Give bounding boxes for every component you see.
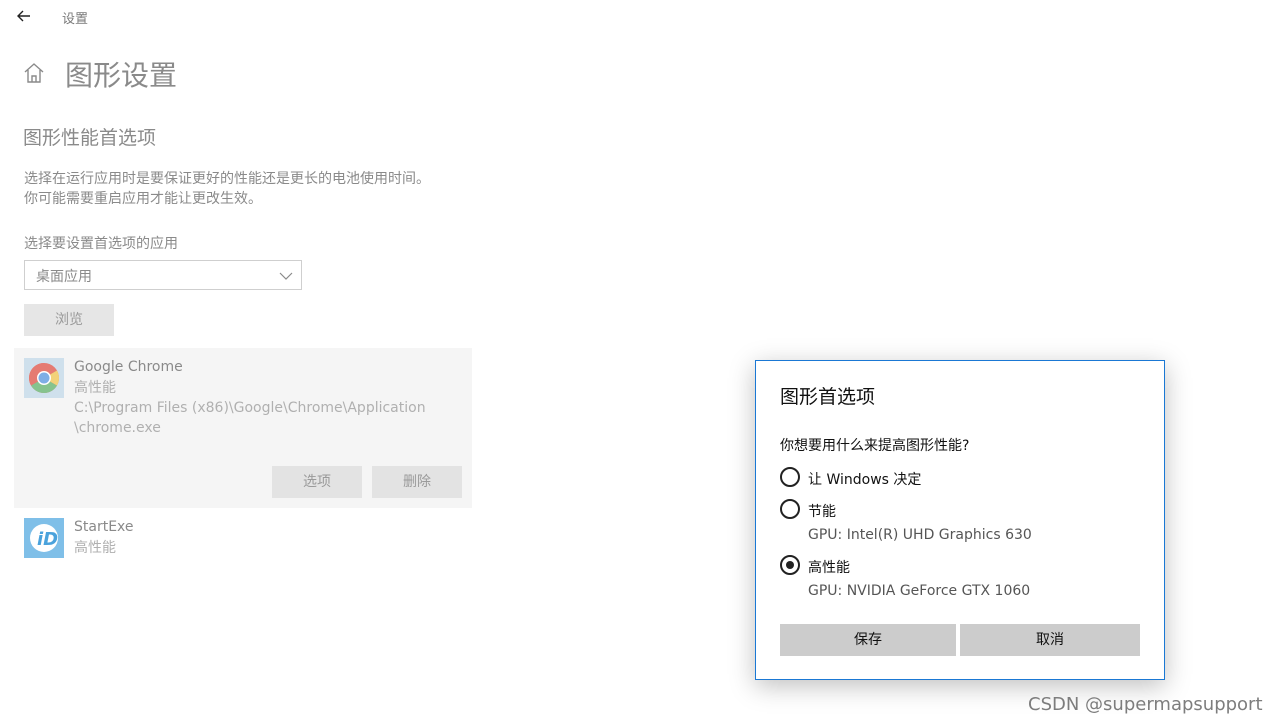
- app-path: \chrome.exe: [74, 420, 161, 436]
- radio-power-saving[interactable]: [780, 499, 800, 519]
- graphics-preference-dialog: 图形首选项 你想要用什么来提高图形性能? 让 Windows 决定 节能 GPU…: [755, 360, 1165, 680]
- svg-text:iD: iD: [37, 529, 58, 550]
- radio-let-windows-decide[interactable]: [780, 467, 800, 487]
- app-name: Google Chrome: [74, 359, 183, 375]
- gpu-info: GPU: Intel(R) UHD Graphics 630: [808, 527, 1032, 543]
- save-button[interactable]: 保存: [780, 624, 956, 656]
- option-label: 让 Windows 决定: [808, 472, 922, 488]
- window-title: 设置: [62, 12, 89, 27]
- dialog-question: 你想要用什么来提高图形性能?: [780, 438, 970, 454]
- description-line: 选择在运行应用时是要保证更好的性能还是更长的电池使用时间。: [24, 171, 430, 187]
- back-arrow-icon[interactable]: [14, 6, 34, 26]
- app-type-value: 桌面应用: [36, 269, 92, 285]
- app-name: StartExe: [74, 519, 134, 535]
- option-label: 节能: [808, 504, 836, 520]
- chrome-icon: [24, 358, 64, 398]
- home-icon[interactable]: [22, 61, 46, 85]
- radio-high-performance[interactable]: [780, 555, 800, 575]
- app-type-dropdown[interactable]: 桌面应用: [24, 260, 302, 290]
- app-item-chrome[interactable]: Google Chrome 高性能 C:\Program Files (x86)…: [14, 348, 472, 508]
- chevron-down-icon: [279, 269, 293, 283]
- description-line: 你可能需要重启应用才能让更改生效。: [24, 191, 262, 207]
- app-path: C:\Program Files (x86)\Google\Chrome\App…: [74, 400, 426, 416]
- app-item-startexe[interactable]: iD StartExe 高性能: [14, 508, 472, 568]
- cancel-button[interactable]: 取消: [960, 624, 1140, 656]
- dialog-title: 图形首选项: [780, 386, 876, 408]
- browse-button[interactable]: 浏览: [24, 304, 114, 336]
- app-preference: 高性能: [74, 380, 116, 396]
- page-title: 图形设置: [65, 59, 178, 92]
- app-preference: 高性能: [74, 540, 116, 556]
- description: 选择在运行应用时是要保证更好的性能还是更长的电池使用时间。 你可能需要重启应用才…: [24, 169, 430, 209]
- option-label: 高性能: [808, 560, 850, 576]
- gpu-info: GPU: NVIDIA GeForce GTX 1060: [808, 583, 1031, 599]
- remove-button[interactable]: 删除: [372, 466, 462, 498]
- options-button[interactable]: 选项: [272, 466, 362, 498]
- select-app-label: 选择要设置首选项的应用: [24, 236, 178, 252]
- watermark: CSDN @supermapsupport: [1028, 694, 1263, 715]
- section-title: 图形性能首选项: [23, 127, 157, 149]
- startexe-icon: iD: [24, 518, 64, 558]
